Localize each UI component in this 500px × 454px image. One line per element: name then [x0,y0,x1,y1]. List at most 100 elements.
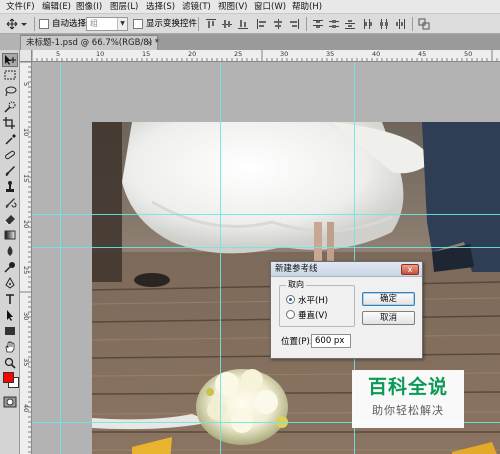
separator [198,17,199,31]
auto-select-checkbox[interactable] [39,19,49,29]
auto-align-icon[interactable] [418,18,430,30]
menu-edit[interactable]: 编辑(E) [42,1,71,13]
watermark-title: 百科全说 [367,376,448,398]
clone-stamp-tool-icon[interactable] [2,181,18,195]
auto-select-dropdown[interactable]: 组 ▼ [86,17,128,31]
healing-brush-tool-icon[interactable] [2,149,18,163]
foreground-color-swatch[interactable] [3,372,14,383]
separator [412,17,413,31]
show-transform-checkbox[interactable] [133,19,143,29]
zoom-tool-icon[interactable] [2,357,18,371]
guide-horizontal[interactable] [32,247,500,248]
position-label: 位置(P): [281,337,313,347]
menu-layer[interactable]: 图层(L) [110,1,138,13]
shape-tool-icon[interactable] [2,325,18,339]
cancel-button[interactable]: 取消 [362,311,415,325]
vertical-radio[interactable] [286,310,295,319]
distribute-vcenter-icon[interactable] [328,18,340,30]
horizontal-ruler[interactable]: 5 10 15 20 25 30 35 40 45 50 [32,50,500,62]
position-input[interactable]: 600 px [311,334,351,348]
ruler-label: 25 [234,50,243,58]
menu-filter[interactable]: 滤镜(T) [182,1,211,13]
ruler-label: 35 [326,50,335,58]
ruler-label: 50 [464,50,473,58]
separator [306,17,307,31]
ruler-label: 5 [22,82,30,87]
menu-window[interactable]: 窗口(W) [254,1,286,13]
toolbox [0,50,20,454]
dodge-tool-icon[interactable] [2,261,18,275]
ruler-label: 30 [280,50,289,58]
distribute-top-icon[interactable] [312,18,324,30]
distribute-right-icon[interactable] [394,18,406,30]
history-brush-tool-icon[interactable] [2,197,18,211]
watermark: 百科全说 助你轻松解决 [352,370,464,428]
horizontal-radio[interactable] [286,295,295,304]
options-bar: 自动选择: 组 ▼ 显示变换控件 [0,14,500,34]
ruler-label: 35 [22,358,30,367]
menu-select[interactable]: 选择(S) [146,1,175,13]
hand-tool-icon[interactable] [2,341,18,355]
eraser-tool-icon[interactable] [2,213,18,227]
align-right-icon[interactable] [288,18,300,30]
blur-tool-icon[interactable] [2,245,18,259]
crop-tool-icon[interactable] [2,117,18,131]
menu-image[interactable]: 图像(I) [76,1,102,13]
distribute-left-icon[interactable] [362,18,374,30]
document-tab-title: 未标题-1.psd @ 66.7%(RGB/8) * [26,38,159,48]
type-tool-icon[interactable] [2,293,18,307]
guide-vertical[interactable] [220,62,221,454]
vertical-label: 垂直(V) [298,311,328,321]
ruler-label: 10 [22,128,30,137]
auto-select-label: 自动选择: [52,19,89,29]
align-hcenter-icon[interactable] [272,18,284,30]
document-tab[interactable]: 未标题-1.psd @ 66.7%(RGB/8) * × [20,35,159,50]
menu-file[interactable]: 文件(F) [6,1,35,13]
vertical-option[interactable]: 垂直(V) [286,310,327,322]
menu-view[interactable]: 视图(V) [218,1,247,13]
align-top-icon[interactable] [205,18,217,30]
eyedropper-tool-icon[interactable] [2,133,18,147]
align-bottom-icon[interactable] [237,18,249,30]
vertical-ruler[interactable]: 5 10 15 20 25 30 35 40 [20,62,32,454]
lasso-tool-icon[interactable] [2,85,18,99]
path-selection-tool-icon[interactable] [2,309,18,323]
orientation-legend: 取向 [286,280,306,290]
auto-select-value: 组 [90,19,98,28]
ruler-label: 20 [188,50,197,58]
marquee-tool-icon[interactable] [2,69,18,83]
ruler-label: 5 [56,50,61,58]
quick-selection-tool-icon[interactable] [2,101,18,115]
ruler-label: 40 [22,404,30,413]
close-icon[interactable]: x [401,264,419,275]
menu-bar: 文件(F) 编辑(E) 图像(I) 图层(L) 选择(S) 滤镜(T) 视图(V… [0,0,500,14]
move-tool-icon[interactable] [6,17,28,31]
dialog-title-bar[interactable]: 新建参考线 x [271,262,422,277]
dialog-title: 新建参考线 [275,264,318,274]
ok-button[interactable]: 确定 [362,292,415,306]
pen-tool-icon[interactable] [2,276,18,291]
distribute-bottom-icon[interactable] [344,18,356,30]
orientation-group: 取向 水平(H) 垂直(V) [279,280,355,327]
ruler-label: 20 [22,220,30,229]
menu-help[interactable]: 帮助(H) [292,1,322,13]
close-icon[interactable]: × [146,36,153,50]
separator [34,17,35,31]
ruler-label: 25 [22,266,30,275]
distribute-hcenter-icon[interactable] [378,18,390,30]
brush-tool-icon[interactable] [2,165,18,179]
show-transform-label: 显示变换控件 [146,19,198,29]
horizontal-option[interactable]: 水平(H) [286,295,328,307]
ruler-corner [20,50,32,62]
ruler-label: 15 [22,174,30,183]
move-tool-icon[interactable] [2,53,18,67]
guide-vertical[interactable] [60,62,61,454]
ruler-label: 45 [418,50,427,58]
ruler-label: 15 [142,50,151,58]
quick-mask-icon[interactable] [2,396,18,410]
align-vcenter-icon[interactable] [221,18,233,30]
guide-horizontal[interactable] [32,214,500,215]
chevron-down-icon: ▼ [117,18,127,30]
align-left-icon[interactable] [256,18,268,30]
gradient-tool-icon[interactable] [2,229,18,243]
